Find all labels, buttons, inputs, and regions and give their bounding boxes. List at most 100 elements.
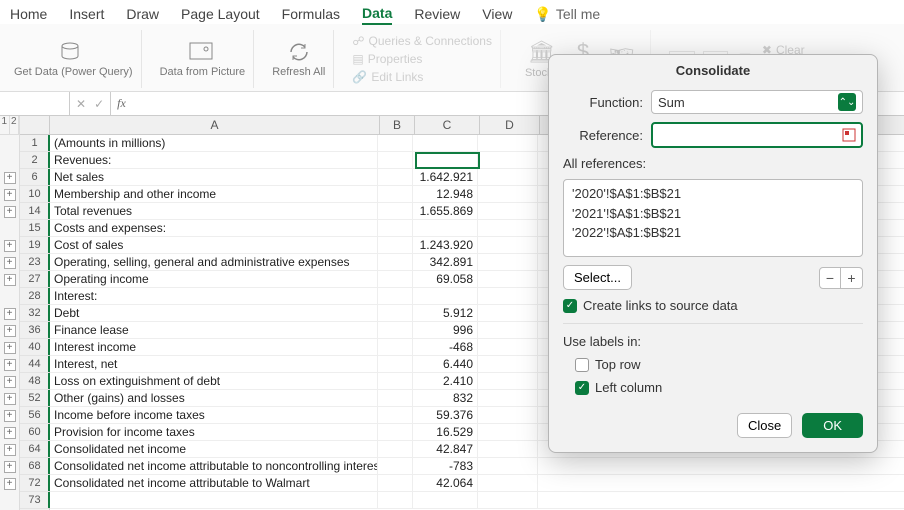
fx-label[interactable]: fx	[111, 96, 132, 111]
select-button[interactable]: Select...	[563, 265, 632, 290]
row-header[interactable]: 64	[20, 441, 49, 458]
cell[interactable]: 12.948	[413, 186, 478, 202]
cell[interactable]: Interest income	[48, 339, 378, 355]
col-header-b[interactable]: B	[380, 116, 415, 134]
cell[interactable]	[478, 220, 538, 236]
outline-expand-button[interactable]: +	[4, 359, 16, 371]
cell[interactable]: Operating, selling, general and administ…	[48, 254, 378, 270]
cell[interactable]: Membership and other income	[48, 186, 378, 202]
row-header[interactable]: 60	[20, 424, 49, 441]
table-row[interactable]: Consolidated net income attributable to …	[50, 458, 904, 475]
queries-connections-button[interactable]: ☍Queries & Connections	[352, 34, 492, 48]
row-header[interactable]: 72	[20, 475, 49, 492]
cell[interactable]	[478, 441, 538, 457]
cell[interactable]	[478, 152, 538, 168]
outline-expand-button[interactable]: +	[4, 308, 16, 320]
cell[interactable]	[378, 475, 413, 491]
table-row[interactable]: Consolidated net income attributable to …	[50, 475, 904, 492]
row-header[interactable]: 56	[20, 407, 49, 424]
cell[interactable]: -783	[413, 458, 478, 474]
cell[interactable]	[378, 458, 413, 474]
cell[interactable]	[378, 186, 413, 202]
row-header[interactable]: 40	[20, 339, 49, 356]
row-header[interactable]: 14	[20, 203, 49, 220]
cell[interactable]: 342.891	[413, 254, 478, 270]
cell[interactable]: Consolidated net income attributable to …	[48, 458, 378, 474]
outline-expand-button[interactable]: +	[4, 427, 16, 439]
cell[interactable]: Loss on extinguishment of debt	[48, 373, 378, 389]
cell[interactable]	[378, 407, 413, 423]
function-select[interactable]: Sum ⌃⌄	[651, 90, 863, 114]
cell[interactable]	[478, 135, 538, 151]
cell[interactable]: Revenues:	[48, 152, 378, 168]
row-header[interactable]: 23	[20, 254, 49, 271]
cell[interactable]	[378, 424, 413, 440]
cell[interactable]	[478, 492, 538, 508]
cell[interactable]	[413, 492, 478, 508]
reference-item[interactable]: '2022'!$A$1:$B$21	[572, 223, 854, 243]
cell[interactable]	[478, 237, 538, 253]
properties-button[interactable]: ▤Properties	[352, 52, 422, 66]
enter-icon[interactable]: ✓	[94, 97, 104, 111]
cell[interactable]	[378, 135, 413, 151]
cell[interactable]: Consolidated net income attributable to …	[48, 475, 378, 491]
cell[interactable]	[478, 254, 538, 270]
outline-expand-button[interactable]: +	[4, 393, 16, 405]
cell[interactable]	[378, 203, 413, 219]
cell[interactable]: Provision for income taxes	[48, 424, 378, 440]
cancel-icon[interactable]: ✕	[76, 97, 86, 111]
cell[interactable]	[378, 373, 413, 389]
row-header[interactable]: 36	[20, 322, 49, 339]
cell[interactable]: Interest, net	[48, 356, 378, 372]
outline-expand-button[interactable]: +	[4, 376, 16, 388]
tab-view[interactable]: View	[482, 4, 512, 24]
outline-expand-button[interactable]: +	[4, 325, 16, 337]
row-header[interactable]: 2	[20, 152, 49, 169]
row-header[interactable]: 19	[20, 237, 49, 254]
cell[interactable]: 5.912	[413, 305, 478, 321]
cell[interactable]	[478, 356, 538, 372]
cell[interactable]	[48, 492, 378, 508]
cell[interactable]: 2.410	[413, 373, 478, 389]
remove-reference-button[interactable]: −	[819, 267, 841, 289]
cell[interactable]: 832	[413, 390, 478, 406]
row-header[interactable]: 15	[20, 220, 49, 237]
cell[interactable]: 16.529	[413, 424, 478, 440]
cell[interactable]	[478, 169, 538, 185]
data-from-picture-button[interactable]: Data from Picture	[152, 30, 255, 88]
outline-expand-button[interactable]: +	[4, 461, 16, 473]
edit-links-button[interactable]: 🔗Edit Links	[352, 70, 423, 84]
cell[interactable]	[478, 390, 538, 406]
cell[interactable]: Debt	[48, 305, 378, 321]
row-header[interactable]: 52	[20, 390, 49, 407]
cell[interactable]	[478, 305, 538, 321]
cell[interactable]	[478, 186, 538, 202]
outline-level-2[interactable]: 2	[10, 116, 20, 134]
cell[interactable]: 59.376	[413, 407, 478, 423]
range-picker-icon[interactable]	[841, 127, 857, 143]
cell[interactable]: -468	[413, 339, 478, 355]
cell[interactable]: 69.058	[413, 271, 478, 287]
outline-expand-button[interactable]: +	[4, 206, 16, 218]
cell[interactable]	[378, 492, 413, 508]
row-header[interactable]: 10	[20, 186, 49, 203]
cell[interactable]: Costs and expenses:	[48, 220, 378, 236]
row-header[interactable]: 32	[20, 305, 49, 322]
cell[interactable]: (Amounts in millions)	[48, 135, 378, 151]
cell[interactable]	[413, 152, 478, 168]
tab-home[interactable]: Home	[10, 4, 47, 24]
cell[interactable]	[478, 271, 538, 287]
cell[interactable]	[413, 220, 478, 236]
col-header-c[interactable]: C	[415, 116, 480, 134]
cell[interactable]	[413, 135, 478, 151]
cell[interactable]	[378, 305, 413, 321]
cell[interactable]: Total revenues	[48, 203, 378, 219]
cell[interactable]: 6.440	[413, 356, 478, 372]
tab-data[interactable]: Data	[362, 3, 392, 25]
cell[interactable]: 42.847	[413, 441, 478, 457]
cell[interactable]	[378, 339, 413, 355]
outline-expand-button[interactable]: +	[4, 240, 16, 252]
row-header[interactable]: 6	[20, 169, 49, 186]
tab-formulas[interactable]: Formulas	[282, 4, 340, 24]
cell[interactable]	[378, 152, 413, 168]
